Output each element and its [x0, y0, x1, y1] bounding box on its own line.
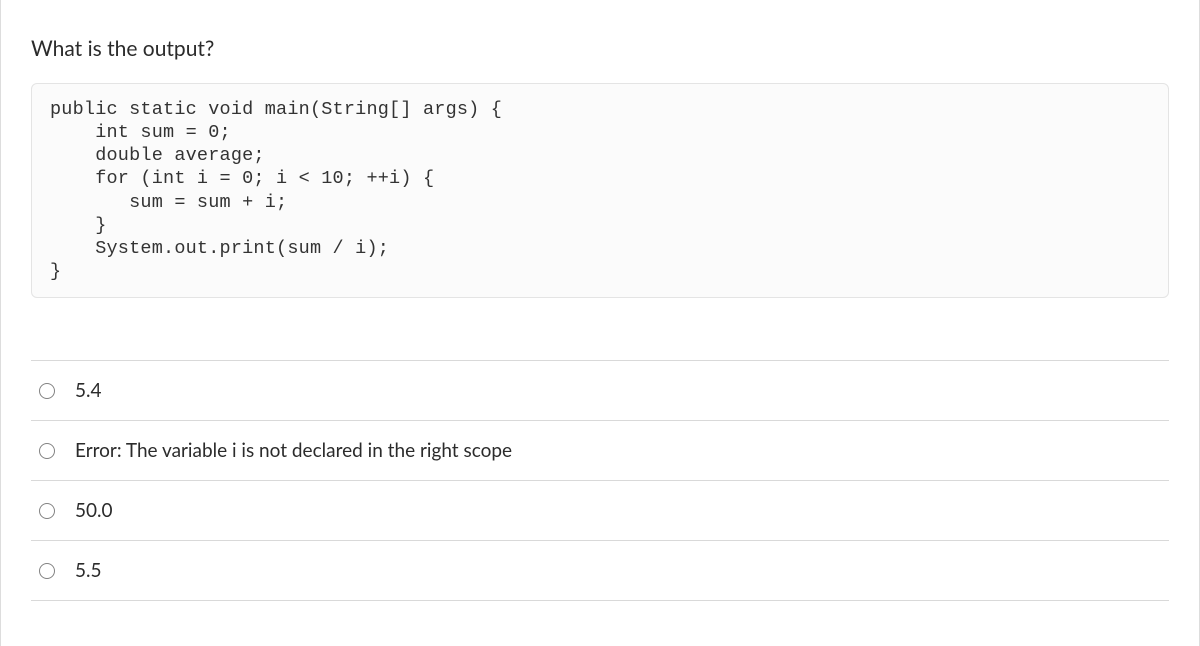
option-label: 50.0 — [75, 499, 113, 522]
option-row[interactable]: 5.5 — [31, 541, 1169, 601]
option-label: 5.4 — [75, 379, 102, 402]
radio-icon[interactable] — [39, 563, 55, 579]
option-label: 5.5 — [75, 559, 102, 582]
radio-icon[interactable] — [39, 383, 55, 399]
option-row[interactable]: 50.0 — [31, 481, 1169, 541]
option-label: Error: The variable i is not declared in… — [75, 439, 512, 462]
radio-icon[interactable] — [39, 443, 55, 459]
options-list: 5.4 Error: The variable i is not declare… — [31, 360, 1169, 601]
radio-icon[interactable] — [39, 503, 55, 519]
option-row[interactable]: Error: The variable i is not declared in… — [31, 421, 1169, 481]
code-block: public static void main(String[] args) {… — [31, 83, 1169, 298]
question-container: What is the output? public static void m… — [0, 0, 1200, 646]
question-title: What is the output? — [31, 36, 1169, 61]
option-row[interactable]: 5.4 — [31, 361, 1169, 421]
